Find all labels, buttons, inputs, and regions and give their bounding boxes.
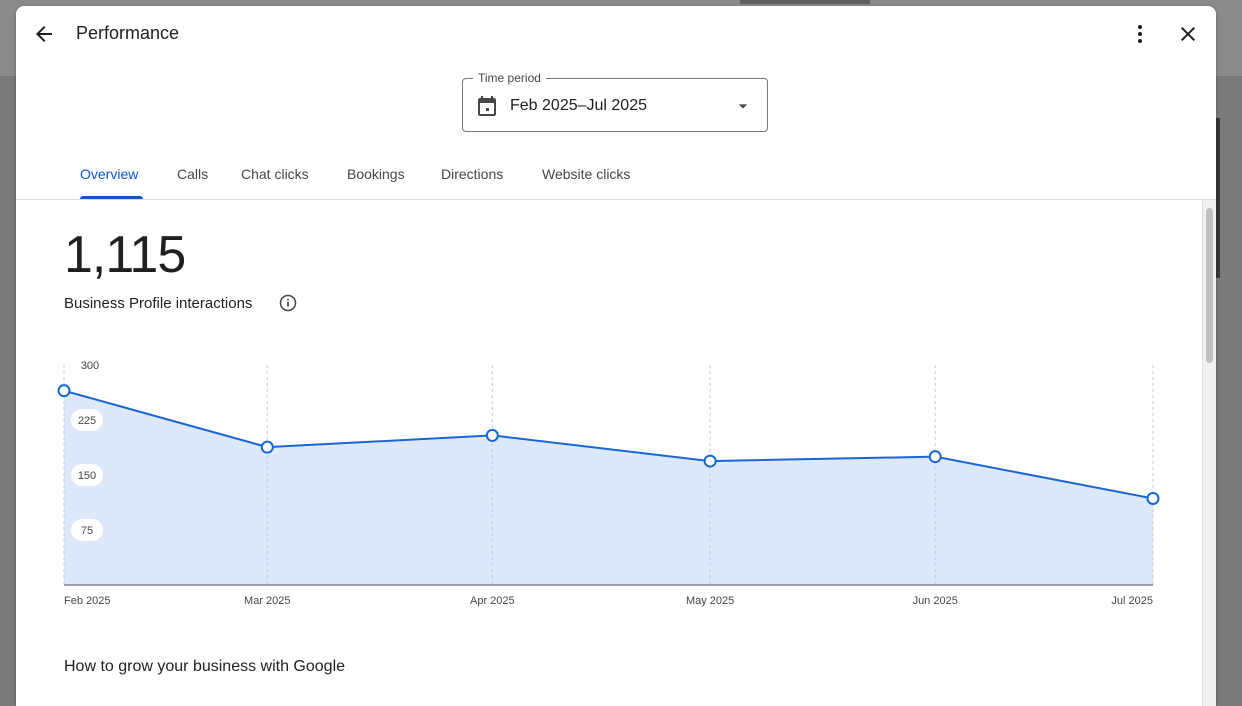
chart-point-1 (260, 440, 274, 454)
dialog-title: Performance (76, 23, 180, 43)
more-vert-icon (1138, 25, 1142, 43)
x-tick-label-4: Jun 2025 (913, 595, 958, 607)
y-tick-label-300: 300 (81, 360, 99, 372)
chart-point-0 (57, 384, 71, 398)
x-tick-label-0: Feb 2025 (64, 595, 110, 607)
y-tick-label-225: 225 (78, 415, 96, 427)
content-scrollbar[interactable] (1202, 200, 1216, 706)
x-tick-label-5: Jul 2025 (1111, 595, 1153, 607)
more-options-button[interactable] (1120, 14, 1160, 54)
tab-overview[interactable]: Overview (80, 166, 138, 182)
chart-area-fill (64, 390, 1153, 585)
tab-chat-clicks[interactable]: Chat clicks (241, 166, 309, 182)
background-panel-edge (1216, 118, 1220, 278)
time-period-select[interactable]: Time period Feb 2025–Jul 2025 (462, 71, 768, 132)
scrollbar-thumb[interactable] (1206, 208, 1213, 363)
chart-point-4 (928, 450, 942, 464)
tab-website-clicks[interactable]: Website clicks (542, 166, 630, 182)
overview-content: 1,115 Business Profile interactions 75 15… (16, 200, 1202, 706)
chart-point-5 (1146, 491, 1160, 505)
close-button[interactable] (1168, 14, 1208, 54)
tab-bar: Overview Calls Chat clicks Bookings Dire… (16, 156, 1216, 200)
x-tick-label-2: Apr 2025 (470, 595, 515, 607)
chart-point-3 (703, 454, 717, 468)
tab-calls[interactable]: Calls (177, 166, 208, 182)
x-tick-label-3: May 2025 (686, 595, 734, 607)
calendar-icon (478, 96, 496, 116)
grow-section-title: How to grow your business with Google (64, 658, 346, 675)
arrow-back-icon (36, 26, 52, 42)
y-tick-label-150: 150 (78, 470, 96, 482)
x-tick-label-1: Mar 2025 (244, 595, 290, 607)
y-tick-label-75: 75 (81, 525, 93, 537)
performance-dialog: Performance Time period Feb 2025–Jul 202… (16, 6, 1216, 706)
close-icon (1181, 27, 1195, 41)
chart-point-2 (485, 428, 499, 442)
tab-bookings[interactable]: Bookings (347, 166, 405, 182)
tab-directions[interactable]: Directions (441, 166, 503, 182)
time-period-value: Feb 2025–Jul 2025 (510, 97, 647, 114)
active-tab-indicator (80, 196, 143, 199)
time-period-label: Time period (473, 71, 546, 85)
dropdown-arrow-icon (738, 104, 748, 109)
background-toolbar (740, 0, 870, 4)
interactions-chart: 75 150 225 300 Feb 2025 Mar 2025 Apr 2025 May 2… (57, 360, 1160, 607)
back-button[interactable] (24, 14, 64, 54)
